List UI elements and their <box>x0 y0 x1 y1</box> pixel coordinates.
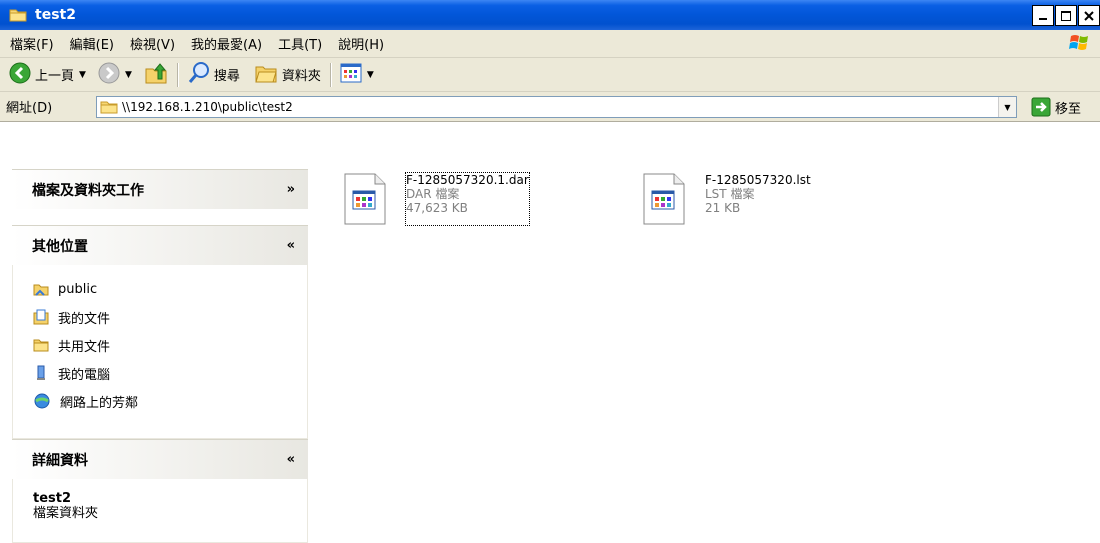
menu-file[interactable]: 檔案(F) <box>2 34 62 53</box>
forward-button[interactable]: ▼ <box>95 60 135 90</box>
search-button[interactable]: 搜尋 <box>184 60 243 90</box>
maximize-button[interactable] <box>1055 5 1077 26</box>
place-label: 網路上的芳鄰 <box>60 395 139 411</box>
file-tasks-title: 檔案及資料夾工作 <box>32 182 144 199</box>
computer-icon <box>37 365 45 380</box>
chevron-down-icon: ▼ <box>124 69 132 80</box>
file-size: 47,623 KB <box>406 201 468 215</box>
details-name: test2 <box>33 491 72 506</box>
other-places-list: public 我的文件 共用文件 我的電腦 網路上的芳鄰 <box>12 265 308 439</box>
title-bar[interactable]: test2 <box>0 0 1100 30</box>
folders-button[interactable]: 資料夾 <box>251 60 324 90</box>
expand-chevron-icon[interactable]: » <box>287 182 295 197</box>
address-label: 網址(D) <box>6 101 53 116</box>
folder-icon <box>9 8 27 22</box>
window-title: test2 <box>35 7 76 23</box>
address-dropdown-button[interactable]: ▼ <box>998 97 1016 117</box>
search-icon <box>187 61 211 89</box>
views-icon <box>340 63 362 87</box>
file-tasks-header[interactable]: 檔案及資料夾工作 » <box>12 169 308 209</box>
folders-icon <box>254 62 278 88</box>
up-button[interactable] <box>141 60 171 90</box>
file-icon <box>344 173 386 225</box>
menu-bar: 檔案(F) 編輯(E) 檢視(V) 我的最愛(A) 工具(T) 說明(H) <box>0 30 1100 58</box>
details-title: 詳細資料 <box>32 452 88 469</box>
file-size: 21 KB <box>705 201 741 215</box>
folder-icon <box>33 339 49 352</box>
details-type: 檔案資料夾 <box>33 506 99 521</box>
collapse-chevron-icon[interactable]: « <box>287 238 295 253</box>
up-folder-icon <box>144 61 168 89</box>
file-name: F-1285057320.lst <box>705 173 811 187</box>
forward-arrow-icon <box>98 62 120 88</box>
file-details: F-1285057320.1.dar DAR 檔案 47,623 KB <box>405 172 530 226</box>
my-documents-icon <box>33 309 49 325</box>
chevron-down-icon: ▼ <box>79 69 86 80</box>
search-label: 搜尋 <box>213 69 240 84</box>
folders-label: 資料夾 <box>281 69 321 84</box>
file-item[interactable]: F-1285057320.lst LST 檔案 21 KB <box>643 173 811 225</box>
file-item[interactable]: F-1285057320.1.dar DAR 檔案 47,623 KB <box>344 172 530 226</box>
file-name: F-1285057320.1.dar <box>406 173 529 187</box>
toolbar: 上一頁 ▼ ▼ 搜尋 資料夾 ▼ <box>0 58 1100 92</box>
folder-icon <box>100 100 118 114</box>
go-label: 移至 <box>1055 101 1082 117</box>
place-label: 我的電腦 <box>58 367 111 383</box>
minimize-button[interactable] <box>1032 5 1054 26</box>
file-type: LST 檔案 <box>705 187 755 201</box>
file-tasks-panel: 檔案及資料夾工作 » <box>12 169 308 209</box>
place-network[interactable]: 網路上的芳鄰 <box>33 387 307 415</box>
file-icon <box>643 173 685 225</box>
chevron-down-icon: ▼ <box>366 69 374 80</box>
other-places-header[interactable]: 其他位置 « <box>12 225 308 265</box>
menu-view[interactable]: 檢視(V) <box>122 34 183 53</box>
address-bar: 網址(D) \\192.168.1.210\public\test2 ▼ 移至 <box>0 92 1100 122</box>
close-button[interactable] <box>1078 5 1100 26</box>
place-shared-documents[interactable]: 共用文件 <box>33 331 307 359</box>
place-public[interactable]: public <box>33 275 307 303</box>
file-type: DAR 檔案 <box>406 187 460 201</box>
menu-favorites[interactable]: 我的最愛(A) <box>183 34 270 53</box>
details-header[interactable]: 詳細資料 « <box>12 439 308 479</box>
menu-edit[interactable]: 編輯(E) <box>62 34 122 53</box>
details-panel: 詳細資料 « test2 檔案資料夾 <box>12 439 308 543</box>
address-path: \\192.168.1.210\public\test2 <box>122 100 293 114</box>
collapse-chevron-icon[interactable]: « <box>287 452 295 467</box>
back-button[interactable]: 上一頁 ▼ <box>6 60 89 90</box>
task-pane: 檔案及資料夾工作 » 其他位置 « public 我的文件 共用文件 我的電腦 … <box>0 123 326 543</box>
place-label: public <box>58 281 98 297</box>
views-button[interactable]: ▼ <box>337 60 377 90</box>
place-my-documents[interactable]: 我的文件 <box>33 303 307 331</box>
file-details: F-1285057320.lst LST 檔案 21 KB <box>705 173 811 225</box>
details-body: test2 檔案資料夾 <box>12 479 308 543</box>
place-label: 我的文件 <box>58 311 111 327</box>
menu-tools[interactable]: 工具(T) <box>270 34 330 53</box>
other-places-title: 其他位置 <box>32 238 88 255</box>
toolbar-separator <box>176 62 178 87</box>
back-label: 上一頁 <box>35 69 75 84</box>
windows-logo-icon <box>1068 33 1090 53</box>
network-places-icon <box>34 393 50 409</box>
address-input[interactable]: \\192.168.1.210\public\test2 ▼ <box>96 96 1017 118</box>
network-folder-icon <box>33 284 49 296</box>
menu-help[interactable]: 說明(H) <box>330 34 392 53</box>
go-button[interactable]: 移至 <box>1031 97 1081 117</box>
place-label: 共用文件 <box>58 339 111 355</box>
toolbar-separator <box>329 62 331 87</box>
other-places-panel: 其他位置 « public 我的文件 共用文件 我的電腦 網路上的芳鄰 <box>12 225 308 439</box>
back-arrow-icon <box>9 62 31 88</box>
place-my-computer[interactable]: 我的電腦 <box>33 359 307 387</box>
go-arrow-icon <box>1031 97 1051 117</box>
